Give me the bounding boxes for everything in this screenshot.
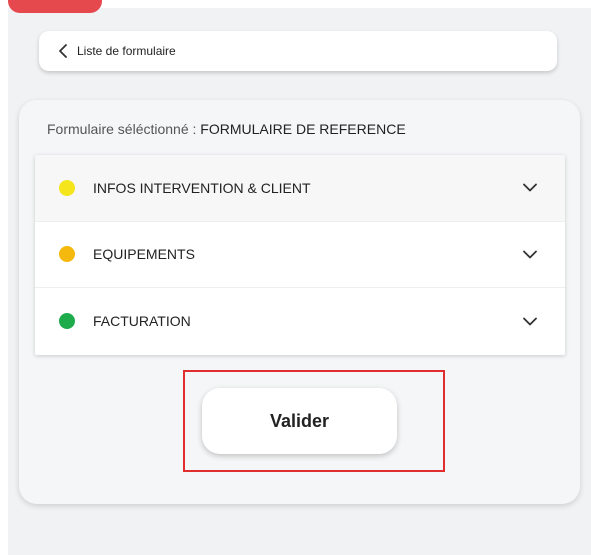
status-dot-green bbox=[59, 313, 75, 330]
selected-form-prefix: Formulaire séléctionné : bbox=[47, 121, 201, 137]
status-dot-yellow bbox=[59, 179, 75, 196]
back-label: Liste de formulaire bbox=[77, 44, 176, 58]
selected-form-name: FORMULAIRE DE REFERENCE bbox=[200, 121, 406, 137]
chevron-down-icon[interactable] bbox=[521, 312, 539, 330]
section-equipements[interactable]: EQUIPEMENTS bbox=[35, 222, 565, 289]
section-label: INFOS INTERVENTION & CLIENT bbox=[93, 179, 311, 196]
section-label: FACTURATION bbox=[93, 313, 191, 330]
chevron-down-icon[interactable] bbox=[521, 245, 539, 263]
status-dot-orange bbox=[59, 246, 75, 263]
section-label: EQUIPEMENTS bbox=[93, 246, 195, 263]
section-infos-intervention-client[interactable]: INFOS INTERVENTION & CLIENT bbox=[35, 155, 565, 222]
selected-form-title: Formulaire séléctionné : FORMULAIRE DE R… bbox=[47, 121, 406, 137]
section-facturation[interactable]: FACTURATION bbox=[35, 288, 565, 355]
chevron-left-icon bbox=[55, 43, 71, 59]
sections-accordion: INFOS INTERVENTION & CLIENT EQUIPEMENTS … bbox=[35, 155, 565, 355]
top-badge bbox=[8, 0, 102, 13]
back-to-form-list-button[interactable]: Liste de formulaire bbox=[39, 31, 557, 71]
app-canvas: Liste de formulaire Formulaire séléction… bbox=[8, 0, 591, 555]
validate-button[interactable]: Valider bbox=[202, 388, 397, 454]
chevron-down-icon[interactable] bbox=[521, 179, 539, 197]
form-panel: Formulaire séléctionné : FORMULAIRE DE R… bbox=[19, 100, 580, 504]
